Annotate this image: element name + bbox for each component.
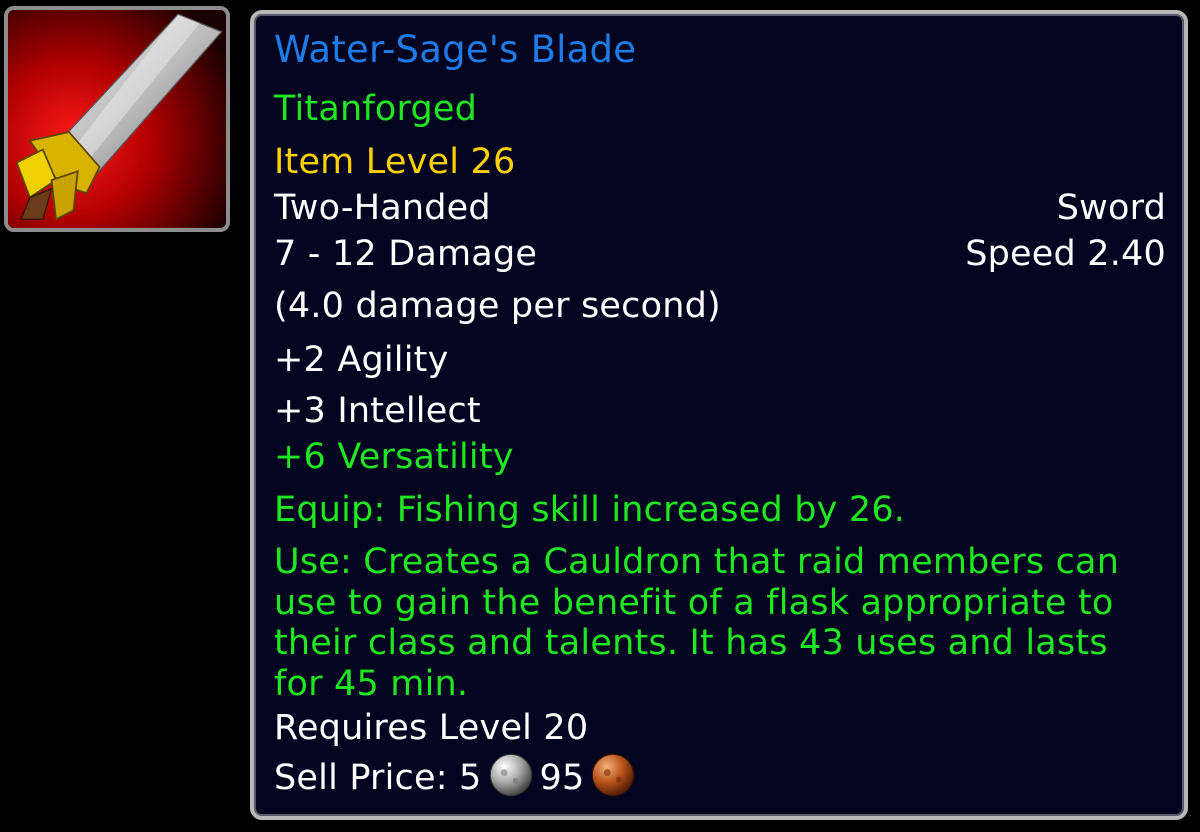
item-speed: Speed 2.40 [965,234,1166,274]
item-damage: 7 - 12 Damage [274,234,538,274]
sword-icon [8,10,226,228]
stat-line: +2 Agility [274,340,449,380]
equip-effect: Equip: Fishing skill increased by 26. [274,490,906,530]
bonus-stat: +6 Versatility [274,437,514,477]
copper-coin-icon [592,753,635,797]
use-effect: Use: Creates a Cauldron that raid member… [274,542,1120,704]
item-icon-frame[interactable] [4,6,230,232]
item-level: Item Level 26 [274,142,516,182]
silver-coin-icon [489,753,532,797]
silver-amount: 5 [459,758,482,798]
item-quality-tag: Titanforged [274,89,478,129]
stat-line: +3 Intellect [274,391,481,431]
copper-amount: 95 [539,758,585,798]
item-name: Water-Sage's Blade [274,28,637,71]
sell-price-row: Sell Price: 5 95 [274,753,1166,798]
item-hand: Two-Handed [274,188,491,228]
damage-speed-row: 7 - 12 Damage Speed 2.40 [274,234,1166,274]
requirement: Requires Level 20 [274,708,589,748]
item-tooltip: Water-Sage's Blade Titanforged Item Leve… [250,10,1188,820]
item-dps: (4.0 damage per second) [274,286,721,326]
slot-type-row: Two-Handed Sword [274,188,1166,228]
item-weapon-type: Sword [1056,188,1166,228]
sell-price-label: Sell Price: [274,758,448,798]
